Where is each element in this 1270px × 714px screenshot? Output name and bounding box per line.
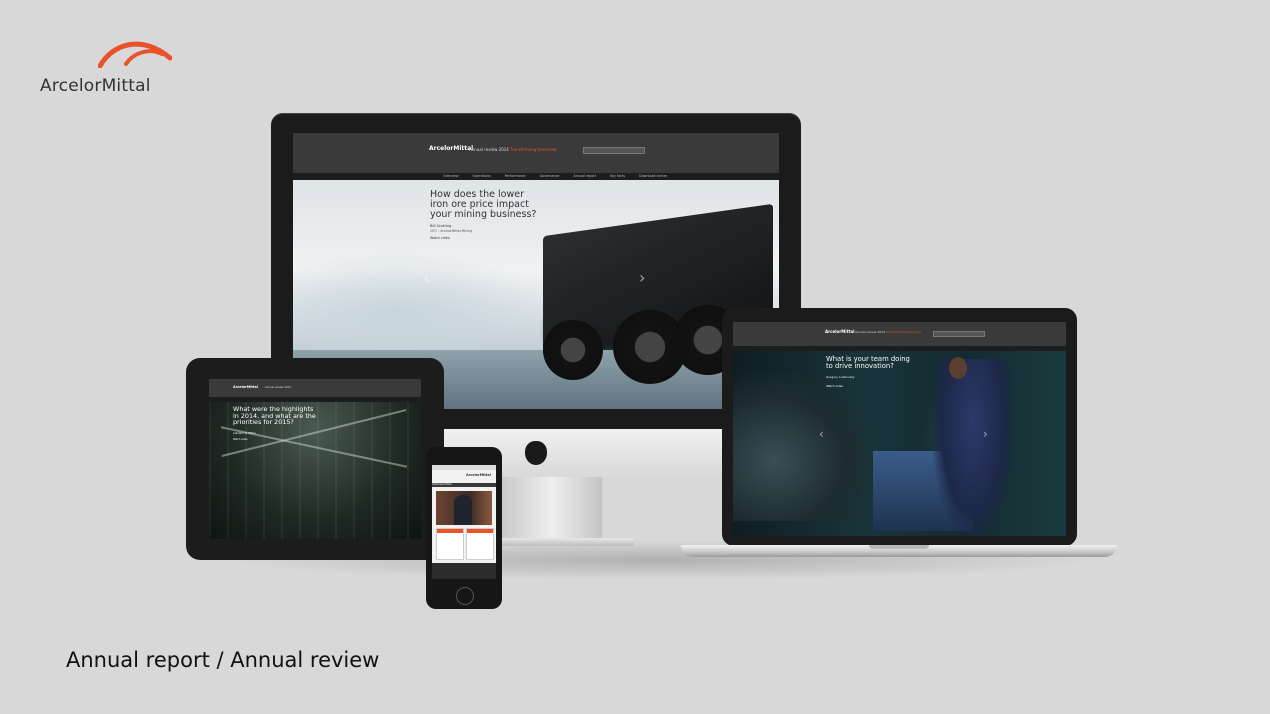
review-label: Annual review 2014 <box>855 330 885 334</box>
ipad-screen: ArcelorMittal Annual review 2014 What we… <box>209 379 421 539</box>
arc-logo-icon <box>98 41 172 68</box>
truck-wheel <box>543 320 603 380</box>
nav-item[interactable]: Performance <box>505 174 526 178</box>
scientist-image <box>933 359 1013 536</box>
watch-video-link[interactable]: Watch video <box>430 236 450 240</box>
macbook-notch <box>869 545 929 549</box>
review-accent: Transforming tomorrow <box>510 147 557 152</box>
scientist-head <box>949 357 967 379</box>
site-logo[interactable]: ArcelorMittal <box>825 329 855 334</box>
prev-arrow-icon[interactable]: ‹ <box>423 268 429 287</box>
brand-logo: ArcelorMittal <box>40 38 180 98</box>
nav-item[interactable]: Key facts <box>610 174 625 178</box>
hero-question: How does the lower iron ore price impact… <box>430 189 537 220</box>
home-button[interactable] <box>456 587 474 605</box>
site-header: ArcelorMittal Annual review 2014 Transfo… <box>293 133 779 173</box>
site-logo[interactable]: ArcelorMittal <box>233 385 258 389</box>
nav-item[interactable]: Operations <box>473 174 491 178</box>
hero-slide: What were the highlights in 2014, and wh… <box>209 402 421 539</box>
iphone-screen: ArcelorMittal Individual films <box>432 465 496 579</box>
hero-role: CEO – ArcelorMittal Mining <box>430 229 473 233</box>
site-header: ArcelorMittal Annual review 2014 <box>209 379 421 397</box>
section-bar: Individual films <box>432 483 496 487</box>
hero-question: What were the highlights in 2014, and wh… <box>233 405 316 427</box>
phone-footer <box>432 563 496 579</box>
hero-name: Gregory Ludkovsky <box>826 375 855 379</box>
ipad-device: ArcelorMittal Annual review 2014 What we… <box>186 358 444 560</box>
macbook-screen: ArcelorMittal Annual review 2014 Transfo… <box>733 322 1066 536</box>
nav-item[interactable]: Governance <box>540 174 560 178</box>
review-label: Annual review 2014 <box>265 386 291 389</box>
macbook-display: ArcelorMittal Annual review 2014 Transfo… <box>722 308 1077 546</box>
content-card[interactable] <box>466 528 494 560</box>
prev-arrow-icon[interactable]: ‹ <box>819 427 824 441</box>
watch-video-link[interactable]: Watch video <box>826 384 843 388</box>
hero-question: What is your team doing to drive innovat… <box>826 355 910 371</box>
search-input[interactable] <box>933 331 985 337</box>
hero-name: Lakshmi N. Mittal <box>233 432 256 435</box>
site-logo[interactable]: ArcelorMittal <box>466 473 491 477</box>
nav-item[interactable]: Download centre <box>639 174 667 178</box>
imac-foot <box>482 538 634 546</box>
apple-logo-icon <box>525 441 547 465</box>
hero-mist <box>293 250 553 360</box>
nav-item[interactable]: Annual report <box>573 174 596 178</box>
review-title: Annual review 2014 Transforming tomorrow <box>469 147 557 152</box>
page-caption: Annual report / Annual review <box>66 648 380 672</box>
status-bar <box>432 465 496 470</box>
review-accent: Transforming tomorrow <box>885 330 921 334</box>
site-nav: Overview Operations Performance Governan… <box>293 173 779 180</box>
review-title: Annual review 2014 Transforming tomorrow <box>855 330 921 334</box>
imac-stand <box>502 477 602 541</box>
brand-name: ArcelorMittal <box>40 76 151 96</box>
video-thumbnail[interactable] <box>436 491 492 525</box>
next-arrow-icon[interactable]: › <box>983 427 988 441</box>
lab-equipment-image <box>733 371 873 521</box>
hero-slide: What is your team doing to drive innovat… <box>733 351 1066 536</box>
site-logo[interactable]: ArcelorMittal <box>429 145 473 152</box>
site-header: ArcelorMittal Annual review 2014 Transfo… <box>733 322 1066 346</box>
watch-video-link[interactable]: Watch video <box>233 438 248 441</box>
nav-item[interactable]: Overview <box>443 174 459 178</box>
search-input[interactable] <box>583 147 645 154</box>
next-arrow-icon[interactable]: › <box>639 268 645 287</box>
speaker-image <box>454 495 472 525</box>
hero-name: Bill Scotting <box>430 224 452 228</box>
nav-list: Overview Operations Performance Governan… <box>443 174 667 178</box>
review-label: Annual review 2014 <box>469 147 509 152</box>
iphone-device: ArcelorMittal Individual films <box>426 447 502 609</box>
menu-label: Individual films <box>432 483 452 486</box>
content-card[interactable] <box>436 528 464 560</box>
